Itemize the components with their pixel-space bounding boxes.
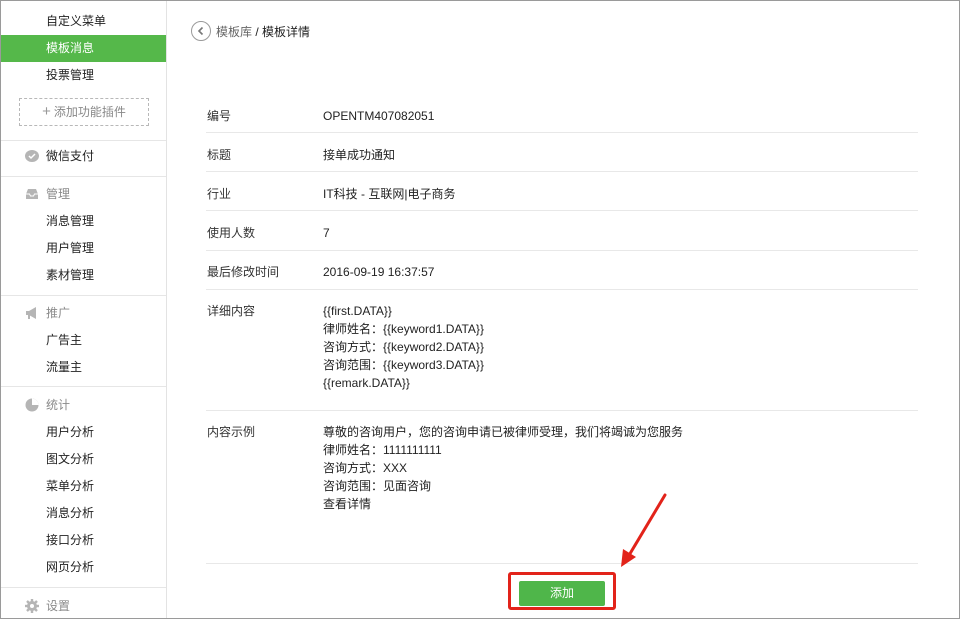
- sidebar-item-webpage-analysis[interactable]: 网页分析: [1, 554, 166, 581]
- example-line: 尊敬的咨询用户，您的咨询申请已被律师受理，我们将竭诚为您服务: [323, 425, 684, 439]
- pie-chart-icon: [25, 398, 39, 412]
- section-settings-title: 设置: [46, 599, 71, 613]
- divider: [1, 295, 166, 296]
- sidebar-item-material-management[interactable]: 素材管理: [1, 262, 166, 289]
- example-line: 律师姓名：1111111111: [323, 443, 442, 457]
- content-line: {{remark.DATA}}: [323, 376, 410, 390]
- breadcrumb-separator: /: [252, 25, 263, 39]
- sidebar-item-article-analysis[interactable]: 图文分析: [1, 446, 166, 473]
- sidebar: 自定义菜单 模板消息 投票管理 + 添加功能插件 微信支付 管理 消息管理 用户管…: [1, 1, 167, 618]
- detail-row-industry: 行业 IT科技 - 互联网|电子商务: [206, 185, 918, 211]
- divider: [1, 587, 166, 588]
- detail-label: 最后修改时间: [207, 265, 280, 279]
- content-line: 咨询范围：{{keyword3.DATA}}: [323, 358, 484, 372]
- section-manage-title: 管理: [46, 187, 71, 201]
- add-button[interactable]: 添加: [519, 581, 605, 606]
- section-settings[interactable]: 设置: [1, 594, 166, 618]
- sidebar-item-api-analysis[interactable]: 接口分析: [1, 527, 166, 554]
- sidebar-item-template-message[interactable]: 模板消息: [1, 35, 166, 62]
- detail-row-users: 使用人数 7: [206, 224, 918, 251]
- divider: [1, 386, 166, 387]
- example-line: 咨询方式：XXX: [323, 461, 408, 475]
- sidebar-item-vote-management[interactable]: 投票管理: [1, 62, 166, 89]
- sidebar-item-user-analysis[interactable]: 用户分析: [1, 419, 166, 446]
- divider: [206, 563, 918, 564]
- content-line: {{first.DATA}}: [323, 304, 392, 318]
- detail-label: 标题: [207, 148, 232, 162]
- detail-value: 接单成功通知: [323, 148, 396, 162]
- sidebar-item-message-analysis[interactable]: 消息分析: [1, 500, 166, 527]
- detail-row-number: 编号 OPENTM407082051: [206, 107, 918, 133]
- wechat-pay-label: 微信支付: [46, 149, 95, 163]
- main-content: 模板库 / 模板详情 编号 OPENTM407082051 标题 接单成功通知 …: [168, 1, 959, 618]
- inbox-icon: [26, 189, 38, 199]
- sidebar-item-custom-menu[interactable]: 自定义菜单: [1, 8, 166, 35]
- content-line: 咨询方式：{{keyword2.DATA}}: [323, 340, 484, 354]
- section-promote: 推广: [1, 301, 166, 325]
- add-plugin-label: 添加功能插件: [53, 105, 126, 119]
- divider: [1, 176, 166, 177]
- gear-icon: [25, 599, 39, 613]
- detail-value: IT科技 - 互联网|电子商务: [323, 187, 456, 201]
- back-button[interactable]: [191, 21, 211, 41]
- plus-icon: +: [42, 103, 51, 120]
- detail-value: OPENTM407082051: [323, 109, 435, 123]
- section-manage: 管理: [1, 182, 166, 206]
- breadcrumb: 模板库 / 模板详情: [216, 23, 310, 40]
- content-line: 律师姓名：{{keyword1.DATA}}: [323, 322, 484, 336]
- detail-label: 行业: [207, 187, 232, 201]
- sidebar-item-message-management[interactable]: 消息管理: [1, 208, 166, 235]
- section-stats-title: 统计: [46, 398, 71, 412]
- wechat-pay-icon: [25, 150, 39, 162]
- sidebar-item-publisher[interactable]: 流量主: [1, 354, 166, 381]
- section-promote-title: 推广: [46, 306, 71, 320]
- sidebar-item-advertiser[interactable]: 广告主: [1, 327, 166, 354]
- detail-row-content: 详细内容 {{first.DATA}} 律师姓名：{{keyword1.DATA…: [206, 302, 918, 411]
- section-stats: 统计: [1, 393, 166, 417]
- sidebar-item-wechat-pay[interactable]: 微信支付: [1, 144, 166, 168]
- chevron-left-icon: [197, 26, 204, 36]
- detail-value: 2016-09-19 16:37:57: [323, 265, 435, 279]
- detail-value: 7: [323, 226, 330, 240]
- breadcrumb-current: 模板详情: [262, 25, 311, 39]
- breadcrumb-template-library[interactable]: 模板库: [216, 25, 252, 39]
- megaphone-icon: [26, 307, 36, 319]
- detail-row-title: 标题 接单成功通知: [206, 146, 918, 172]
- detail-label: 内容示例: [207, 425, 256, 439]
- add-plugin-button[interactable]: + 添加功能插件: [19, 98, 149, 126]
- sidebar-item-user-management[interactable]: 用户管理: [1, 235, 166, 262]
- divider: [1, 140, 166, 141]
- detail-row-example: 内容示例 尊敬的咨询用户，您的咨询申请已被律师受理，我们将竭诚为您服务 律师姓名…: [206, 423, 918, 523]
- detail-label: 使用人数: [207, 226, 256, 240]
- detail-row-modified: 最后修改时间 2016-09-19 16:37:57: [206, 263, 918, 290]
- sidebar-item-menu-analysis[interactable]: 菜单分析: [1, 473, 166, 500]
- annotation-arrow-icon: [621, 493, 667, 567]
- detail-label: 编号: [207, 109, 232, 123]
- detail-label: 详细内容: [207, 304, 256, 318]
- detail-value: {{first.DATA}} 律师姓名：{{keyword1.DATA}} 咨询…: [323, 302, 484, 392]
